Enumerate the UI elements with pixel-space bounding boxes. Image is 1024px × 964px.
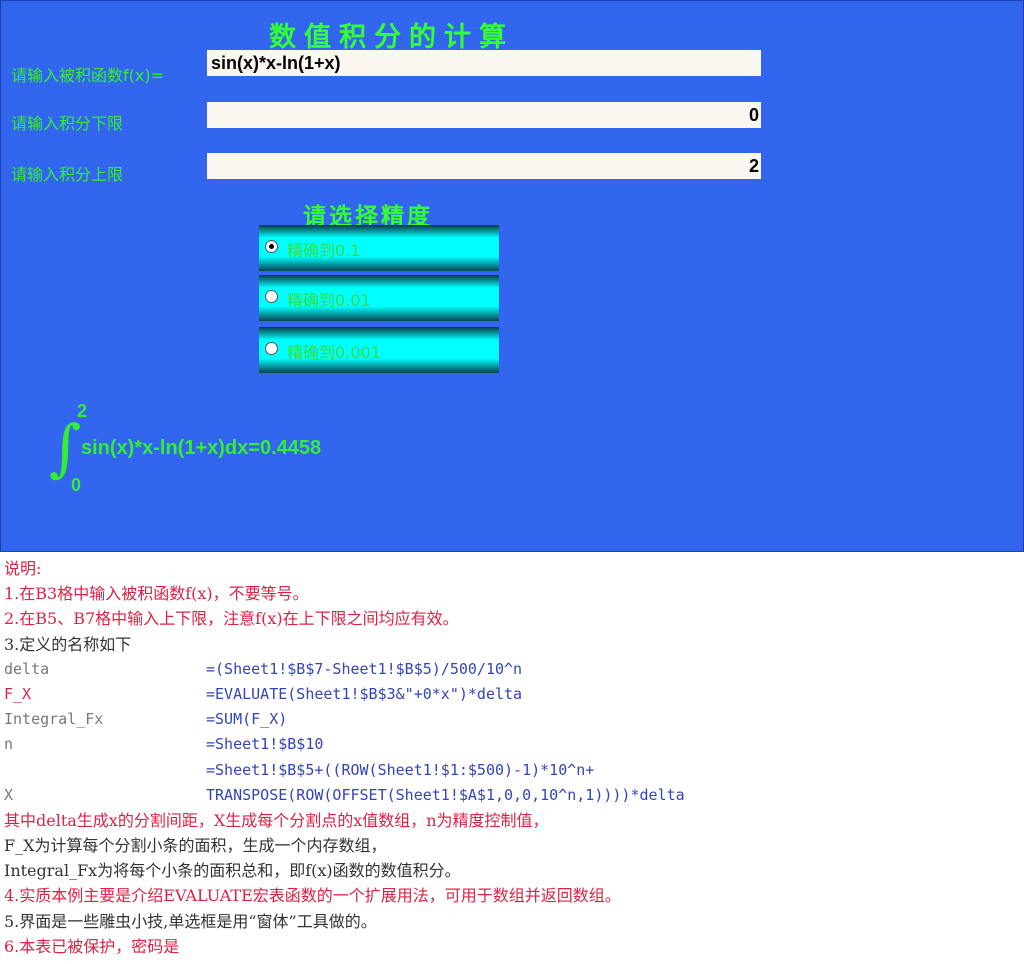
radio-icon[interactable] xyxy=(265,290,278,303)
result-expression: sin(x)*x-ln(1+x)dx=0.4458 xyxy=(81,437,322,459)
calculator-panel: 数值积分的计算 请输入被积函数f(x)= sin(x)*x-ln(1+x) 请输… xyxy=(0,0,1024,552)
notes-section: 说明: 1.在B3格中输入被积函数f(x)，不要等号。 2.在B5、B7格中输入… xyxy=(4,556,1020,959)
result-formula: ∫ 2 0 sin(x)*x-ln(1+x)dx=0.4458 xyxy=(49,401,449,501)
note-2-part-b: 注意f(x)在上下限之间均应有效。 xyxy=(223,609,459,629)
precision-option-0.1[interactable]: 精确到0.1 xyxy=(259,225,499,271)
explanation-3: Integral_Fx为将每个小条的面积总和，即f(x)函数的数值积分。 xyxy=(4,861,461,881)
note-3: 3.定义的名称如下 xyxy=(4,634,132,654)
definition-formula: =SUM(F_X) xyxy=(206,710,288,729)
explanation-2: F_X为计算每个分割小条的面积，生成一个内存数组， xyxy=(4,836,387,856)
note-5: 5.界面是一些雕虫小技,单选框是用“窗体”工具做的。 xyxy=(4,911,377,931)
function-label: 请输入被积函数f(x)= xyxy=(11,66,164,85)
note-1: 1.在B3格中输入被积函数f(x)，不要等号。 xyxy=(4,584,309,604)
note-2-part-a: 2.在B5、B7格中输入上下限， xyxy=(4,609,224,629)
integral-icon: ∫ xyxy=(49,411,82,484)
definition-row: F_X =EVALUATE(Sheet1!$B$3&"+0*x")*delta xyxy=(4,682,1020,707)
page-title: 数值积分的计算 xyxy=(269,22,514,53)
function-input[interactable]: sin(x)*x-ln(1+x) xyxy=(207,50,761,76)
note-4: 4.实质本例主要是介绍EVALUATE宏表函数的一个扩展用法，可用于数组并返回数… xyxy=(4,886,621,906)
definition-row: delta =(Sheet1!$B$7-Sheet1!$B$5)/500/10^n xyxy=(4,657,1020,682)
precision-option-0.001[interactable]: 精确到0.001 xyxy=(259,327,499,373)
definition-formula: =(Sheet1!$B$7-Sheet1!$B$5)/500/10^n xyxy=(206,659,523,678)
notes-heading: 说明: xyxy=(4,559,42,578)
radio-selected-icon[interactable] xyxy=(265,240,278,253)
precision-option-label: 精确到0.1 xyxy=(287,241,361,260)
definition-name: n xyxy=(4,735,14,754)
definition-formula: TRANSPOSE(ROW(OFFSET(Sheet1!$A$1,0,0,10^… xyxy=(206,785,685,804)
lower-limit-input[interactable]: 0 xyxy=(207,102,761,128)
note-6: 6.本表已被保护，密码是 xyxy=(4,936,180,956)
precision-option-0.01[interactable]: 精确到0.01 xyxy=(259,275,499,321)
precision-option-label: 精确到0.01 xyxy=(287,291,371,310)
precision-option-label: 精确到0.001 xyxy=(287,343,381,362)
lower-bound-text: 0 xyxy=(71,475,82,495)
note-2: 2.在B5、B7格中输入上下限，注意f(x)在上下限之间均应有效。 xyxy=(4,606,1020,631)
definition-formula: =EVALUATE(Sheet1!$B$3&"+0*x")*delta xyxy=(206,684,523,703)
definition-name: X xyxy=(4,785,14,804)
definition-name: Integral_Fx xyxy=(4,710,104,729)
upper-limit-input[interactable]: 2 xyxy=(207,153,761,179)
definition-formula: =Sheet1!$B$10 xyxy=(206,735,324,754)
lower-limit-label: 请输入积分下限 xyxy=(11,114,124,133)
definition-row: =Sheet1!$B$5+((ROW(Sheet1!$1:$500)-1)*10… xyxy=(4,758,1020,783)
upper-bound-text: 2 xyxy=(77,401,88,421)
definition-formula: =Sheet1!$B$5+((ROW(Sheet1!$1:$500)-1)*10… xyxy=(206,760,595,779)
radio-icon[interactable] xyxy=(265,342,278,355)
definition-row: Integral_Fx =SUM(F_X) xyxy=(4,707,1020,732)
definition-name: delta xyxy=(4,659,50,678)
explanation-1: 其中delta生成x的分割间距，X生成每个分割点的x值数组，n为精度控制值， xyxy=(4,810,549,830)
definition-name: F_X xyxy=(4,684,32,703)
upper-limit-label: 请输入积分上限 xyxy=(11,165,124,184)
definition-row: n =Sheet1!$B$10 xyxy=(4,732,1020,757)
definition-row: X TRANSPOSE(ROW(OFFSET(Sheet1!$A$1,0,0,10… xyxy=(4,783,1020,808)
